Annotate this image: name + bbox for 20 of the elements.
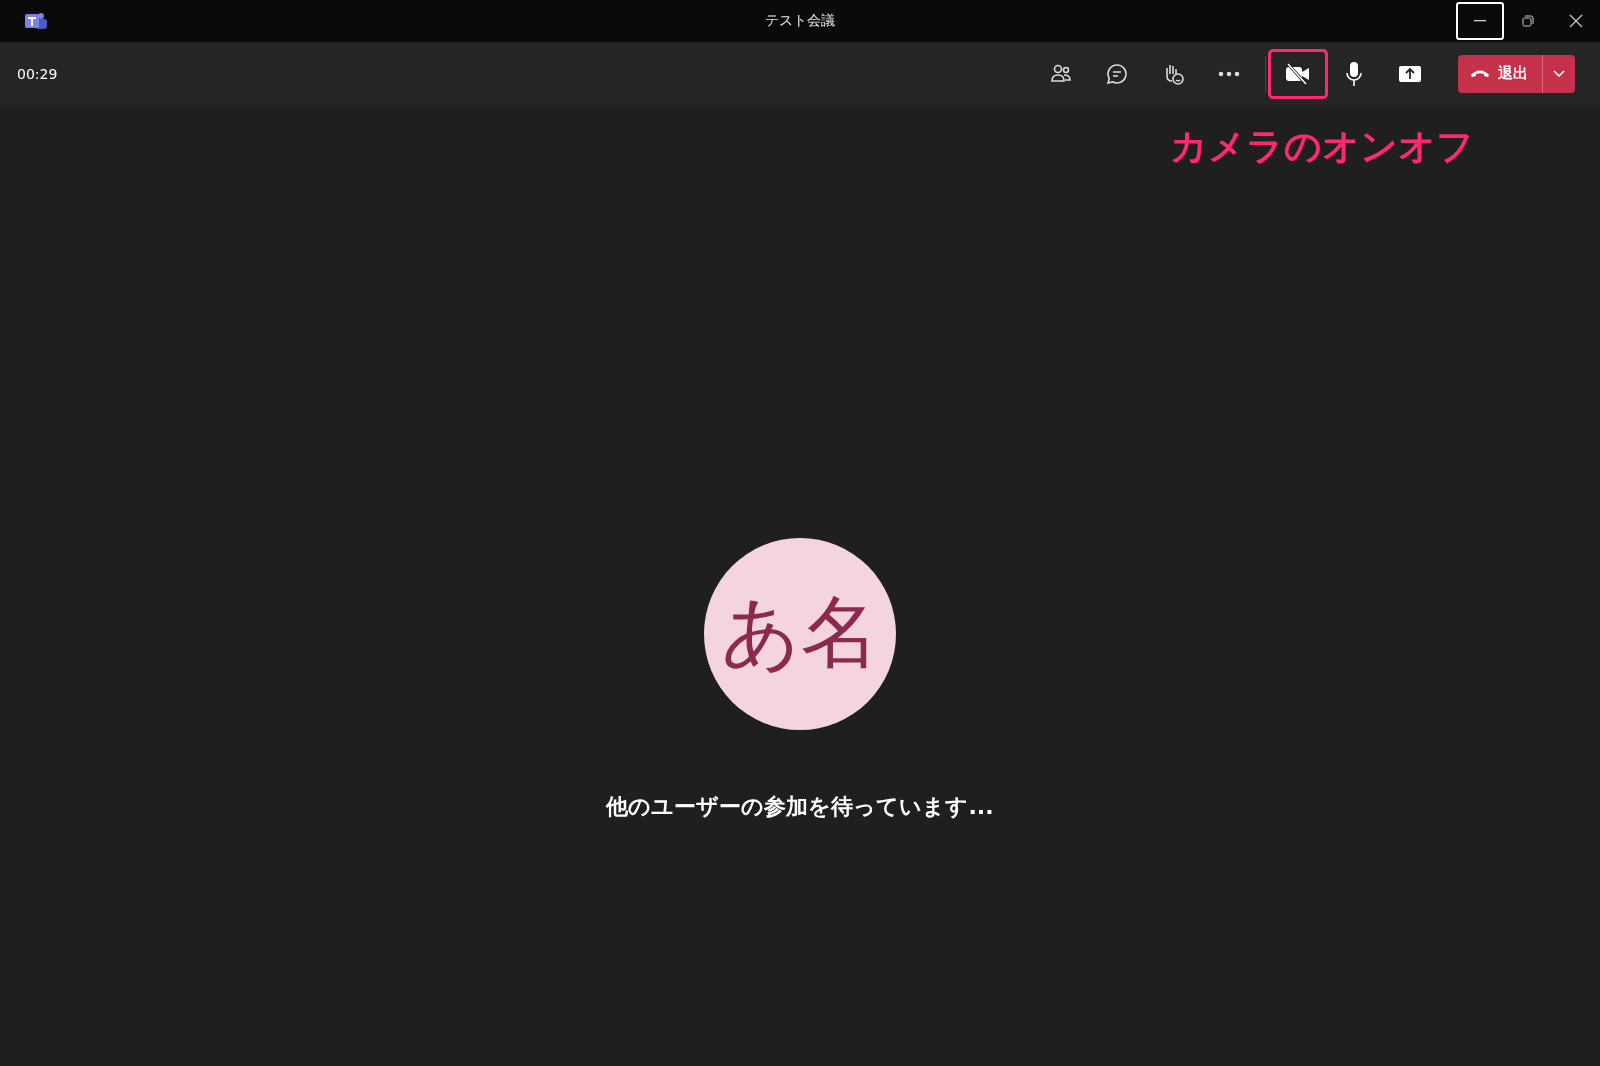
camera-off-icon: [1285, 62, 1311, 85]
leave-options-button[interactable]: [1542, 54, 1575, 93]
waiting-message: 他のユーザーの参加を待っています...: [606, 792, 994, 821]
avatar-initials: あ名: [704, 537, 896, 730]
share-screen-icon: [1398, 63, 1422, 84]
microphone-icon: [1344, 60, 1364, 87]
minimize-icon: [1474, 20, 1486, 22]
camera-off-button[interactable]: [1268, 48, 1328, 99]
chat-icon: [1105, 61, 1129, 86]
annotation-label: カメラのオンオフ: [1170, 124, 1474, 170]
chevron-down-icon: [1553, 70, 1565, 77]
restore-icon: [1522, 15, 1534, 27]
app-logo: [24, 11, 48, 31]
minimize-button[interactable]: [1456, 2, 1504, 40]
leave-button[interactable]: 退出: [1458, 54, 1542, 93]
window-title: テスト会議: [765, 12, 835, 30]
call-timer: 00:29: [17, 65, 58, 82]
hang-up-icon: [1470, 69, 1490, 78]
more-icon: [1218, 70, 1240, 77]
close-icon: [1569, 14, 1583, 28]
